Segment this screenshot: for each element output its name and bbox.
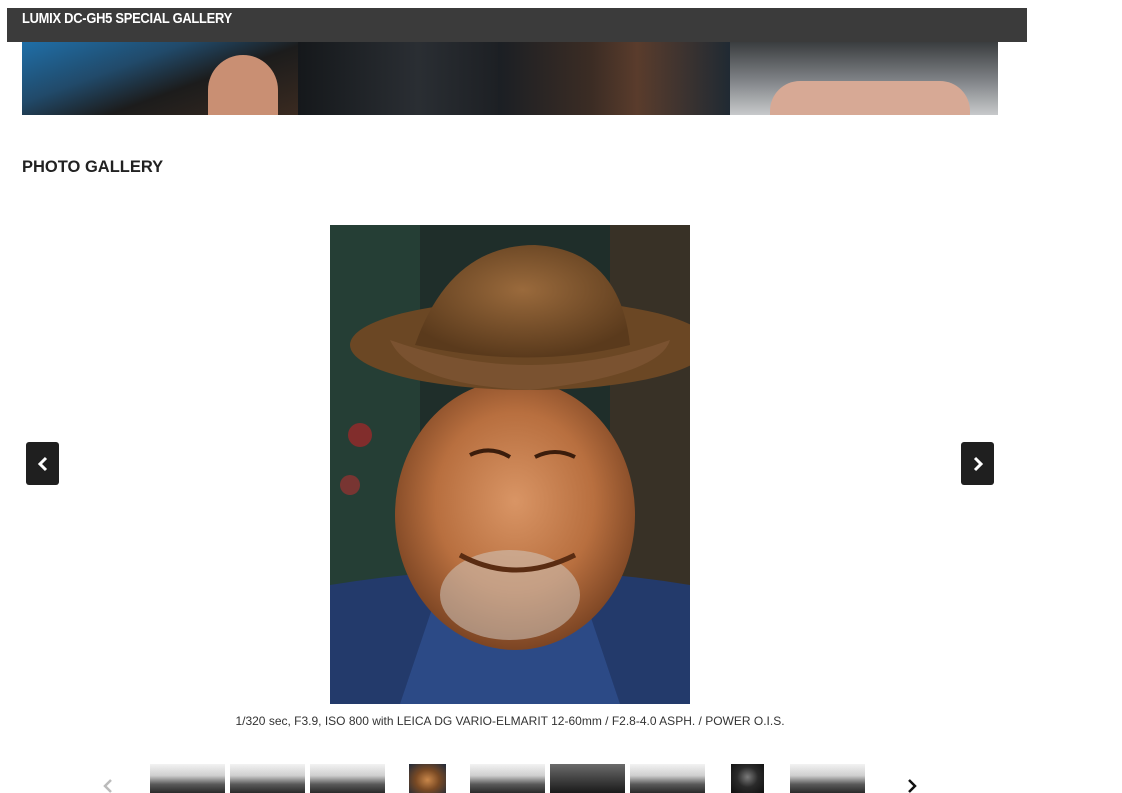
banner-image-2 [298, 42, 498, 115]
thumbnail-6[interactable] [550, 764, 625, 793]
thumbnail-9[interactable] [790, 764, 865, 793]
previous-photo-button[interactable] [26, 442, 59, 485]
main-photo [330, 225, 690, 704]
banner-image-1 [22, 42, 298, 115]
thumbnail-next-button[interactable] [905, 778, 919, 793]
header-bar: LUMIX DC-GH5 SPECIAL GALLERY [7, 8, 1027, 42]
thumbnail-2[interactable] [230, 764, 305, 793]
thumbnail-7[interactable] [630, 764, 705, 793]
section-title: PHOTO GALLERY [22, 158, 164, 176]
banner-image-4 [730, 42, 998, 115]
thumbnail-prev-button[interactable] [101, 778, 115, 793]
page-title: LUMIX DC-GH5 SPECIAL GALLERY [22, 10, 232, 27]
photo-caption: 1/320 sec, F3.9, ISO 800 with LEICA DG V… [235, 714, 785, 728]
chevron-right-icon [973, 456, 983, 471]
chevron-left-icon [103, 779, 112, 793]
thumbnail-1[interactable] [150, 764, 225, 793]
thumbnail-4[interactable] [409, 764, 446, 793]
thumbnail-strip [0, 764, 1122, 793]
chevron-left-icon [37, 456, 47, 471]
chevron-right-icon [908, 779, 917, 793]
thumbnail-8[interactable] [731, 764, 764, 793]
next-photo-button[interactable] [961, 442, 994, 485]
thumbnail-3[interactable] [310, 764, 385, 793]
banner-image-strip [22, 42, 998, 115]
portrait-image [330, 225, 690, 704]
banner-image-3 [498, 42, 730, 115]
thumbnail-5[interactable] [470, 764, 545, 793]
